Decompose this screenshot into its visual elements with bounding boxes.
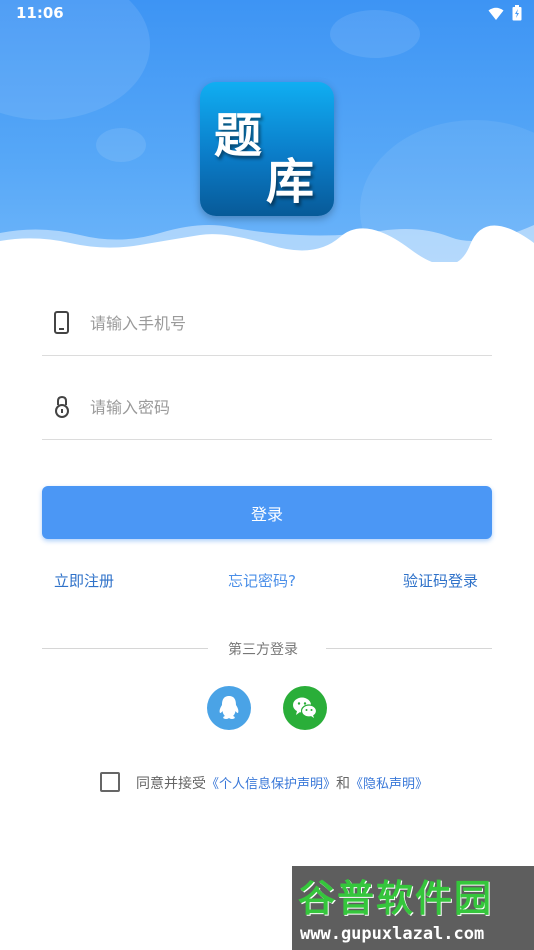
agreement-checkbox[interactable] xyxy=(100,772,120,792)
status-time: 11:06 xyxy=(16,4,64,22)
header-wave xyxy=(0,225,534,275)
phone-input[interactable] xyxy=(90,310,480,336)
status-icons xyxy=(488,5,522,25)
divider xyxy=(42,648,208,649)
battery-icon xyxy=(512,5,522,25)
agreement-and: 和 xyxy=(336,776,351,792)
qq-login-button[interactable] xyxy=(207,686,251,730)
phone-field xyxy=(42,296,492,356)
divider xyxy=(326,648,492,649)
agreement-text: 同意并接受《个人信息保护声明》和《隐私声明》 xyxy=(136,773,428,793)
login-button[interactable]: 登录 xyxy=(42,486,492,539)
wifi-icon xyxy=(488,6,504,25)
logo-char-2: 库 xyxy=(266,154,315,210)
password-field xyxy=(42,380,492,440)
status-bar: 11:06 xyxy=(0,0,534,28)
watermark: 谷普软件园 www.gupuxlazal.com xyxy=(292,866,534,950)
lock-icon xyxy=(50,394,74,420)
watermark-name: 谷普软件园 xyxy=(298,877,493,920)
qq-icon xyxy=(219,696,239,719)
personal-info-link[interactable]: 《个人信息保护声明》 xyxy=(206,777,336,792)
password-input[interactable] xyxy=(90,394,480,420)
sms-login-link[interactable]: 验证码登录 xyxy=(403,570,478,591)
logo-char-1: 题 xyxy=(214,108,263,164)
wechat-login-button[interactable] xyxy=(283,686,327,730)
phone-icon xyxy=(50,310,74,336)
decor-bubble xyxy=(96,128,146,162)
forgot-password-link[interactable]: 忘记密码? xyxy=(228,570,296,591)
third-party-title: 第三方登录 xyxy=(228,642,298,658)
privacy-link[interactable]: 《隐私声明》 xyxy=(350,777,428,792)
register-link[interactable]: 立即注册 xyxy=(54,570,114,591)
watermark-url: www.gupuxlazal.com xyxy=(300,924,485,944)
agreement-row: 同意并接受《个人信息保护声明》和《隐私声明》 xyxy=(100,771,480,795)
app-logo: 题 库 xyxy=(200,82,334,216)
wechat-icon xyxy=(293,697,318,718)
agreement-prefix: 同意并接受 xyxy=(136,776,206,792)
